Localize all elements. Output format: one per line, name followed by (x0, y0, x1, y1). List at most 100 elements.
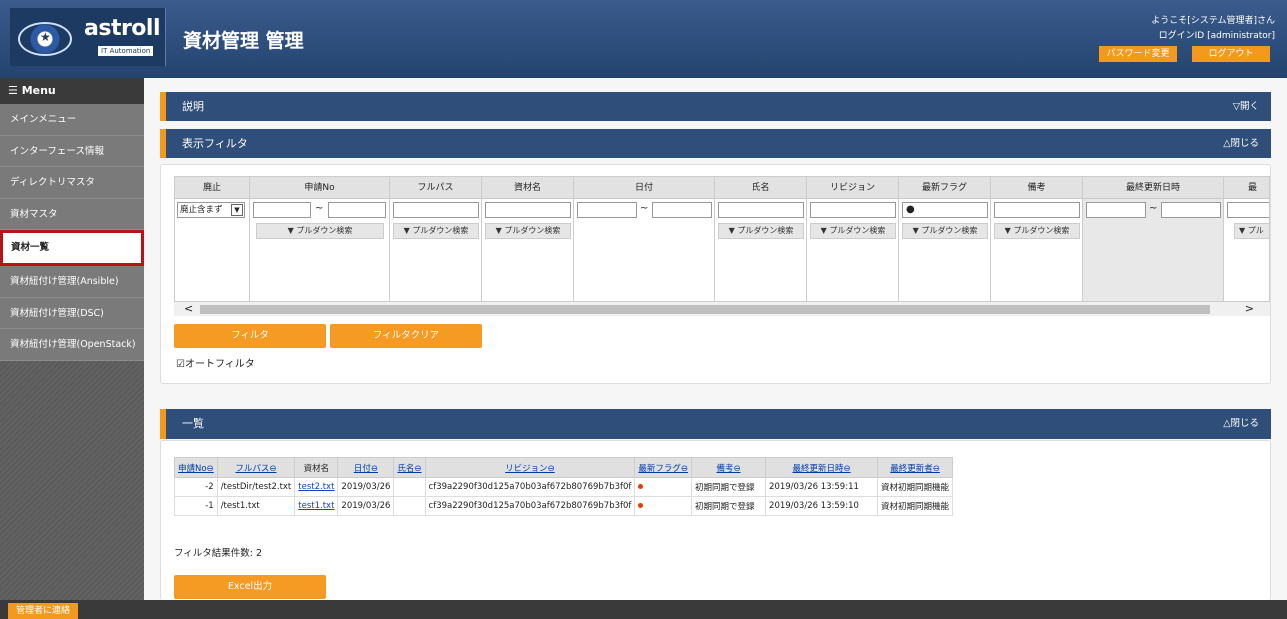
col-last-updated[interactable]: 最終更新日時⊖ (765, 457, 879, 478)
latest-flag-input[interactable]: ● (902, 202, 988, 218)
auto-filter-checkbox[interactable]: ☑オートフィルタ (176, 355, 255, 370)
welcome-info: ようこそ[システム管理者]さん ログインID [administrator] (1151, 14, 1275, 44)
cell-latest-flag (634, 496, 693, 516)
chevron-left-icon[interactable]: < (184, 302, 193, 315)
fullpath-input[interactable] (393, 202, 479, 218)
chevron-right-icon[interactable]: > (1245, 302, 1254, 315)
filter-col-request-no: 申請No ~ ▼ プルダウン検索 (250, 177, 390, 301)
filter-col-date: 日付 ~ (574, 177, 715, 301)
col-request-no[interactable]: 申請No⊖ (174, 457, 218, 478)
column-header: 氏名 (715, 177, 806, 199)
pulldown-search-button[interactable]: ▼ プルダウン検索 (485, 223, 571, 239)
description-panel-header[interactable]: 説明 ▽開く (160, 92, 1271, 121)
pulldown-search-button[interactable]: ▼ プル (1234, 223, 1269, 239)
sidebar-item-link-openstack[interactable]: 資材紐付け管理(OpenStack) (0, 329, 144, 361)
filter-col-note: 備考 ▼ プルダウン検索 (991, 177, 1083, 301)
description-toggle[interactable]: ▽開く (1233, 92, 1259, 121)
sidebar-item-link-ansible[interactable]: 資材紐付け管理(Ansible) (0, 266, 144, 298)
filter-col-last-updated: 最終更新日時 ~ (1083, 177, 1224, 301)
material-link[interactable]: test2.txt (298, 482, 334, 492)
menu-header[interactable]: ☰ Menu (0, 78, 144, 104)
scrollbar-thumb[interactable] (200, 305, 1210, 314)
change-password-button[interactable]: パスワード変更 (1099, 46, 1177, 62)
cell-last-updated: 2019/03/26 13:59:10 (765, 496, 879, 516)
revision-input[interactable] (810, 202, 896, 218)
pulldown-search-button[interactable]: ▼ プルダウン検索 (902, 223, 988, 239)
updater-input[interactable] (1227, 202, 1269, 218)
date-to-input[interactable] (652, 202, 712, 218)
updated-from-input[interactable] (1086, 202, 1146, 218)
pulldown-search-button[interactable]: ▼ プルダウン検索 (393, 223, 479, 239)
filter-panel-header[interactable]: 表示フィルタ △閉じる (160, 129, 1271, 158)
logout-button[interactable]: ログアウト (1192, 46, 1270, 62)
cell-person (393, 496, 426, 516)
results-table: 申請No⊖ フルパス⊖ 資材名 日付⊖ 氏名⊖ リビジョン⊖ 最新フラグ⊖ 備考… (174, 457, 954, 516)
sidebar-item-directory-master[interactable]: ディレクトリマスタ (0, 167, 144, 199)
sidebar-item-material-master[interactable]: 資材マスタ (0, 198, 144, 230)
chevron-down-icon: ▼ (231, 204, 243, 216)
cell-date: 2019/03/26 (337, 496, 395, 516)
column-header: 最新フラグ (899, 177, 990, 199)
filter-col-revision: リビジョン ▼ プルダウン検索 (807, 177, 899, 301)
request-no-to-input[interactable] (328, 202, 386, 218)
cell-last-updater: 資材初期同期機能 (877, 477, 954, 497)
pulldown-search-button[interactable]: ▼ プルダウン検索 (718, 223, 804, 239)
col-person[interactable]: 氏名⊖ (393, 457, 426, 478)
cell-revision: cf39a2290f30d125a70b03af672b80769b7b3f0f (424, 496, 636, 516)
cell-material-name: test1.txt (294, 496, 339, 516)
column-header: 最 (1224, 177, 1269, 199)
filter-toggle[interactable]: △閉じる (1223, 129, 1259, 158)
filter-col-person: 氏名 ▼ プルダウン検索 (715, 177, 807, 301)
cell-date: 2019/03/26 (337, 477, 395, 497)
range-separator: ~ (640, 203, 649, 214)
updated-to-input[interactable] (1161, 202, 1221, 218)
filter-clear-button[interactable]: フィルタクリア (330, 324, 482, 348)
filter-col-material-name: 資材名 ▼ プルダウン検索 (482, 177, 574, 301)
list-toggle[interactable]: △閉じる (1223, 409, 1259, 439)
material-name-input[interactable] (485, 202, 571, 218)
description-title: 説明 (182, 100, 204, 113)
column-header: リビジョン (807, 177, 898, 199)
filter-col-last-updater: 最 ▼ プル (1224, 177, 1269, 301)
sidebar-item-main-menu[interactable]: メインメニュー (0, 104, 144, 136)
col-fullpath[interactable]: フルパス⊖ (216, 457, 296, 478)
pulldown-search-button[interactable]: ▼ プルダウン検索 (256, 223, 384, 239)
note-input[interactable] (994, 202, 1080, 218)
col-revision[interactable]: リビジョン⊖ (424, 457, 636, 478)
filter-button[interactable]: フィルタ (174, 324, 326, 348)
table-row: -1 /test1.txt test1.txt 2019/03/26 cf39a… (174, 496, 954, 516)
cell-fullpath: /testDir/test2.txt (216, 477, 296, 497)
sidebar-item-interface-info[interactable]: インターフェース情報 (0, 135, 144, 167)
col-latest-flag[interactable]: 最新フラグ⊖ (634, 457, 693, 478)
discard-select-value: 廃止含まず (180, 205, 223, 215)
col-date[interactable]: 日付⊖ (337, 457, 395, 478)
cell-note: 初期同期で登録 (691, 477, 767, 497)
request-no-from-input[interactable] (253, 202, 311, 218)
column-header: 備考 (991, 177, 1082, 199)
contact-admin-button[interactable]: 管理者に連絡 (8, 603, 79, 619)
col-last-updater[interactable]: 最終更新者⊖ (877, 457, 954, 478)
table-header-row: 申請No⊖ フルパス⊖ 資材名 日付⊖ 氏名⊖ リビジョン⊖ 最新フラグ⊖ 備考… (174, 457, 954, 478)
cell-fullpath: /test1.txt (216, 496, 296, 516)
sidebar-item-link-dsc[interactable]: 資材紐付け管理(DSC) (0, 297, 144, 329)
discard-select[interactable]: 廃止含まず ▼ (177, 202, 245, 218)
date-from-input[interactable] (577, 202, 637, 218)
welcome-text: ようこそ[システム管理者]さん (1151, 16, 1275, 26)
person-input[interactable] (718, 202, 804, 218)
horizontal-scrollbar[interactable]: < > (174, 302, 1270, 316)
cell-material-name: test2.txt (294, 477, 339, 497)
list-panel-header[interactable]: 一覧 △閉じる (160, 409, 1271, 439)
sidebar-item-material-list[interactable]: 資材一覧 (0, 230, 144, 266)
logo[interactable]: ★ astroll IT Automation (10, 8, 166, 66)
logo-subtitle: IT Automation (98, 46, 154, 56)
col-note[interactable]: 備考⊖ (691, 457, 767, 478)
filter-col-fullpath: フルパス ▼ プルダウン検索 (390, 177, 482, 301)
material-link[interactable]: test1.txt (298, 501, 334, 511)
pulldown-search-button[interactable]: ▼ プルダウン検索 (994, 223, 1080, 239)
pulldown-search-button[interactable]: ▼ プルダウン検索 (810, 223, 896, 239)
excel-export-button[interactable]: Excel出力 (174, 575, 326, 599)
table-row: -2 /testDir/test2.txt test2.txt 2019/03/… (174, 477, 954, 497)
cell-last-updated: 2019/03/26 13:59:11 (765, 477, 879, 497)
sidebar: ☰ Menu メインメニュー インターフェース情報 ディレクトリマスタ 資材マス… (0, 78, 144, 600)
col-material-name: 資材名 (294, 457, 339, 478)
